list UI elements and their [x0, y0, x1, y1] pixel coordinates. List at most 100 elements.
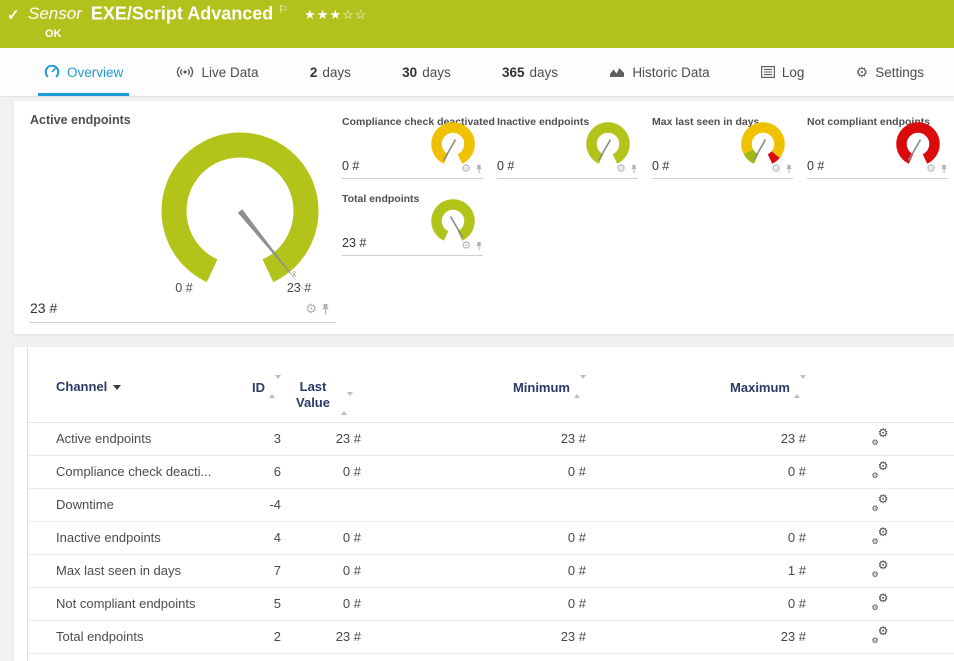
table-row[interactable]: Active endpoints 3 23 # 23 # 23 # ⚙⚙	[28, 423, 954, 456]
gauge-panel-total-endpoints: Total endpoints 23 # ⚙	[342, 193, 483, 256]
minimum-value: 0 #	[361, 530, 586, 545]
pin-icon[interactable]	[785, 164, 793, 174]
log-list-icon	[761, 66, 775, 78]
channel-name[interactable]: Compliance check deacti...	[56, 464, 246, 479]
pin-icon[interactable]	[630, 164, 638, 174]
tab-label: days	[322, 65, 351, 80]
tab-overview[interactable]: Overview	[40, 48, 127, 96]
sort-icon	[341, 396, 353, 412]
channel-name[interactable]: Active endpoints	[56, 431, 246, 446]
gauge-needle	[754, 140, 766, 161]
sensor-title: EXE/Script Advanced	[91, 3, 273, 23]
gauge-current-value: 23 #	[342, 236, 366, 250]
maximum-value: 23 #	[586, 431, 806, 446]
gauge-current-value: 0 #	[652, 159, 669, 173]
tab-live-data[interactable]: Live Data	[171, 48, 263, 96]
pin-icon[interactable]	[475, 241, 483, 251]
gauge-max-label: 23 #	[277, 281, 321, 295]
gear-icon[interactable]: ⚙	[926, 162, 936, 175]
gear-icon[interactable]: ⚙	[461, 239, 471, 252]
last-value: 23 #	[281, 431, 361, 446]
column-header-maximum[interactable]: Maximum	[586, 379, 806, 395]
channel-name[interactable]: Inactive endpoints	[56, 530, 246, 545]
table-row[interactable]: Total endpoints 2 23 # 23 # 23 # ⚙⚙	[28, 621, 954, 654]
tab-label: Overview	[67, 65, 123, 80]
sort-icon	[794, 379, 806, 395]
tab-label: days	[422, 65, 451, 80]
channel-id: 5	[246, 596, 281, 611]
priority-stars[interactable]: ★★★☆☆	[304, 7, 367, 22]
tab-bar: Overview Live Data 2 days 30 days 365 da…	[0, 48, 954, 97]
column-header-channel[interactable]: Channel	[56, 379, 246, 394]
channel-settings-icon[interactable]: ⚙⚙	[871, 627, 890, 643]
tab-label: Live Data	[202, 65, 259, 80]
column-header-minimum[interactable]: Minimum	[361, 379, 586, 395]
channel-name[interactable]: Downtime	[56, 497, 246, 512]
channel-name[interactable]: Max last seen in days	[56, 563, 246, 578]
tab-log[interactable]: Log	[757, 48, 809, 96]
area-chart-icon	[609, 66, 625, 78]
pin-icon[interactable]	[321, 303, 330, 315]
pin-icon[interactable]	[475, 164, 483, 174]
channel-id: 7	[246, 563, 281, 578]
tab-30-days[interactable]: 30 days	[398, 48, 455, 96]
channel-id: -4	[246, 497, 281, 512]
tab-historic-data[interactable]: Historic Data	[605, 48, 713, 96]
channel-settings-icon[interactable]: ⚙⚙	[871, 594, 890, 610]
tab-settings[interactable]: ⚙ Settings	[852, 48, 928, 96]
maximum-value: 1 #	[586, 563, 806, 578]
tab-label: Log	[782, 65, 805, 80]
sort-icon	[269, 379, 281, 395]
tab-day-count: 2	[310, 65, 318, 80]
tab-label: Settings	[875, 65, 924, 80]
channel-name[interactable]: Total endpoints	[56, 629, 246, 644]
last-value: 0 #	[281, 563, 361, 578]
status-badge: OK	[45, 28, 62, 40]
gauge-current-value: 0 #	[342, 159, 359, 173]
tab-day-count: 365	[502, 65, 525, 80]
average-marker: x̄	[292, 269, 297, 279]
gauge-current-value: 0 #	[807, 159, 824, 173]
broadcast-icon	[175, 66, 195, 78]
gauge-panel-not-compliant: Not compliant endpoints 0 # ⚙	[807, 116, 948, 179]
channel-settings-icon[interactable]: ⚙⚙	[871, 429, 890, 445]
flag-icon[interactable]: ⚐	[278, 4, 288, 16]
channel-name[interactable]: Not compliant endpoints	[56, 596, 246, 611]
table-row[interactable]: Downtime -4 ⚙⚙	[28, 489, 954, 522]
stars-empty[interactable]: ☆☆	[342, 7, 367, 22]
pin-icon[interactable]	[940, 164, 948, 174]
column-header-last-value[interactable]: Last Value	[281, 379, 361, 412]
gauge-icon	[44, 65, 60, 79]
tab-2-days[interactable]: 2 days	[306, 48, 355, 96]
table-row[interactable]: Compliance check deacti... 6 0 # 0 # 0 #…	[28, 456, 954, 489]
channel-settings-icon[interactable]: ⚙⚙	[871, 528, 890, 544]
table-row[interactable]: Not compliant endpoints 5 0 # 0 # 0 # ⚙⚙	[28, 588, 954, 621]
gear-icon[interactable]: ⚙	[771, 162, 781, 175]
channel-settings-icon[interactable]: ⚙⚙	[871, 495, 890, 511]
gear-icon[interactable]: ⚙	[616, 162, 626, 175]
table-row[interactable]: Inactive endpoints 4 0 # 0 # 0 # ⚙⚙	[28, 522, 954, 555]
channel-settings-icon[interactable]: ⚙⚙	[871, 561, 890, 577]
gauge-panel-max-last-seen: Max last seen in days 0 # ⚙	[652, 116, 793, 179]
stars-filled[interactable]: ★★★	[304, 7, 342, 22]
minimum-value: 0 #	[361, 464, 586, 479]
gauge-current-value: 0 #	[497, 159, 514, 173]
maximum-value: 0 #	[586, 596, 806, 611]
object-kind-label: Sensor	[28, 4, 82, 23]
channel-settings-icon[interactable]: ⚙⚙	[871, 462, 890, 478]
table-row[interactable]: Max last seen in days 7 0 # 0 # 1 # ⚙⚙	[28, 555, 954, 588]
status-check-icon: ✓	[7, 6, 20, 24]
sort-icon	[574, 379, 586, 395]
minimum-value: 23 #	[361, 629, 586, 644]
gear-icon[interactable]: ⚙	[305, 301, 317, 317]
maximum-value: 0 #	[586, 530, 806, 545]
sort-desc-icon	[113, 385, 121, 390]
gauge-min-label: 0 #	[162, 281, 206, 295]
channels-table-panel: Channel ID Last Value Minimum Maximum Ac…	[14, 347, 954, 661]
gear-icon[interactable]: ⚙	[461, 162, 471, 175]
channel-id: 4	[246, 530, 281, 545]
gauge-needle	[444, 140, 456, 161]
channel-id: 2	[246, 629, 281, 644]
column-header-id[interactable]: ID	[246, 379, 281, 395]
tab-365-days[interactable]: 365 days	[498, 48, 562, 96]
